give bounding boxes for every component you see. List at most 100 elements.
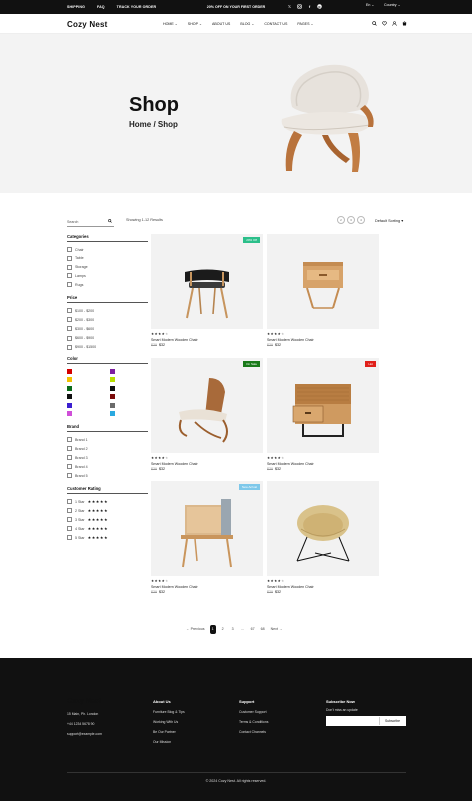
price-option[interactable]: $100 - $200 [67, 308, 94, 313]
price-option[interactable]: $200 - $300 [67, 317, 94, 323]
page-2-button[interactable]: 2 [220, 625, 226, 634]
checkbox[interactable] [67, 437, 72, 442]
next-page-button[interactable]: Next → [271, 627, 283, 631]
color-swatch[interactable] [67, 385, 72, 391]
faq-link[interactable]: FAQ [97, 5, 105, 9]
color-swatch[interactable] [110, 369, 115, 374]
checkbox[interactable] [67, 508, 72, 513]
color-swatch[interactable] [110, 411, 115, 416]
breadcrumb[interactable]: Home / Shop [129, 120, 178, 129]
checkbox[interactable] [67, 326, 72, 332]
nav-item-blog[interactable]: BLOG ⌄ [240, 22, 254, 26]
color-swatch[interactable] [67, 369, 72, 374]
search-input[interactable]: Search [67, 218, 114, 227]
product-name[interactable]: Smart Modern Wooden Chair [267, 462, 314, 466]
grid-4-button[interactable]: 4 [357, 216, 365, 224]
nav-item-shop[interactable]: SHOP ⌄ [188, 22, 202, 26]
brand-option[interactable]: Brand 4 [67, 464, 88, 469]
checkbox[interactable] [67, 308, 72, 313]
nav-item-home[interactable]: HOME ⌄ [163, 22, 178, 26]
sort-select[interactable]: Default Sorting ▾ [375, 218, 403, 223]
checkbox[interactable] [67, 344, 72, 350]
subscribe-button[interactable]: Subscribe [379, 717, 405, 725]
track-order-link[interactable]: TRACK YOUR ORDER [117, 5, 156, 9]
color-swatch[interactable] [110, 377, 115, 383]
product-image[interactable] [267, 234, 379, 329]
rating-option[interactable]: 1 Star ★★★★★ [67, 499, 108, 504]
footer-phone[interactable]: +44 1234 5678 90 [67, 722, 94, 726]
search-icon[interactable] [372, 21, 377, 26]
product-image[interactable] [151, 358, 263, 453]
brand-option[interactable]: Brand 1 [67, 437, 88, 442]
brand-option[interactable]: Brand 2 [67, 446, 88, 451]
checkbox[interactable] [67, 247, 72, 252]
product-name[interactable]: Smart Modern Wooden Chair [151, 585, 198, 589]
color-swatch[interactable] [110, 394, 115, 400]
color-swatch[interactable] [67, 411, 72, 416]
cart-icon[interactable] [402, 21, 407, 26]
footer-about-link[interactable]: Be Our Partner [153, 730, 176, 734]
footer-about-link[interactable]: Furniture Blog & Tips [153, 710, 185, 714]
language-select[interactable]: En ⌄ [366, 3, 374, 7]
checkbox[interactable] [67, 455, 72, 460]
product-image[interactable] [267, 481, 379, 576]
logo[interactable]: Cozy Nest [67, 20, 107, 29]
footer-support-link[interactable]: Terms & Conditions [239, 720, 268, 724]
footer-logo[interactable]: Cozy Nest [67, 698, 101, 705]
product-card[interactable]: Hot ★★★★★ Smart Modern Wooden Chair $39 $32 [267, 358, 379, 473]
brand-option[interactable]: Brand 5 [67, 473, 88, 478]
nav-item-contact-us[interactable]: CONTACT US [264, 22, 287, 26]
grid-2-button[interactable]: 2 [337, 216, 345, 224]
product-card[interactable]: ★★★★★ Smart Modern Wooden Chair $39 $32 [267, 234, 379, 349]
product-name[interactable]: Smart Modern Wooden Chair [267, 585, 314, 589]
pinterest-icon[interactable]: p [317, 4, 322, 9]
checkbox[interactable] [67, 335, 72, 341]
category-option[interactable]: Table [67, 255, 84, 261]
checkbox[interactable] [67, 499, 72, 504]
checkbox[interactable] [67, 317, 72, 323]
country-select[interactable]: Country ⌄ [384, 3, 401, 7]
x-icon[interactable]: 𝕏 [287, 4, 292, 9]
rating-option[interactable]: 4 Star ★★★★★ [67, 526, 108, 531]
product-image[interactable] [151, 481, 263, 576]
nav-item-pages[interactable]: PAGES ⌄ [297, 22, 313, 26]
category-option[interactable]: Rugs [67, 282, 83, 288]
product-name[interactable]: Smart Modern Wooden Chair [267, 338, 314, 342]
search-icon[interactable] [108, 219, 112, 225]
product-card[interactable]: ★★★★★ Smart Modern Wooden Chair $39 $32 [267, 481, 379, 596]
footer-email[interactable]: support@example.com [67, 732, 102, 736]
price-option[interactable]: $900 - $1500 [67, 344, 96, 350]
category-option[interactable]: Storage [67, 264, 88, 270]
footer-about-link[interactable]: Our Mission [153, 740, 171, 744]
product-card[interactable]: On Sale ★★★★★ Smart Modern Wooden Chair $39… [151, 358, 263, 473]
checkbox[interactable] [67, 255, 72, 261]
rating-option[interactable]: 5 Star ★★★★★ [67, 535, 108, 540]
category-option[interactable]: Chair [67, 247, 84, 252]
color-swatch[interactable] [67, 377, 72, 383]
checkbox[interactable] [67, 473, 72, 478]
color-swatch[interactable] [67, 394, 72, 400]
color-swatch[interactable] [110, 402, 115, 408]
checkbox[interactable] [67, 526, 72, 531]
color-swatch[interactable] [110, 385, 115, 391]
checkbox[interactable] [67, 273, 72, 279]
product-image[interactable] [267, 358, 379, 453]
product-image[interactable] [151, 234, 263, 329]
brand-option[interactable]: Brand 3 [67, 455, 88, 460]
page-68-button[interactable]: 68 [260, 625, 266, 634]
price-option[interactable]: $300 - $600 [67, 326, 94, 332]
instagram-icon[interactable] [297, 4, 302, 9]
checkbox[interactable] [67, 517, 72, 522]
heart-icon[interactable] [382, 21, 387, 26]
nav-item-about-us[interactable]: ABOUT US [212, 22, 230, 26]
checkbox[interactable] [67, 282, 72, 288]
shipping-link[interactable]: SHIPPING [67, 5, 85, 9]
price-option[interactable]: $600 - $900 [67, 335, 94, 341]
checkbox[interactable] [67, 464, 72, 469]
product-name[interactable]: Smart Modern Wooden Chair [151, 462, 198, 466]
footer-support-link[interactable]: Customer Support [239, 710, 267, 714]
user-icon[interactable] [392, 21, 397, 26]
prev-page-button[interactable]: ← Previous [186, 627, 205, 631]
page-3-button[interactable]: 3 [230, 625, 236, 634]
footer-support-link[interactable]: Contact Channels [239, 730, 266, 734]
